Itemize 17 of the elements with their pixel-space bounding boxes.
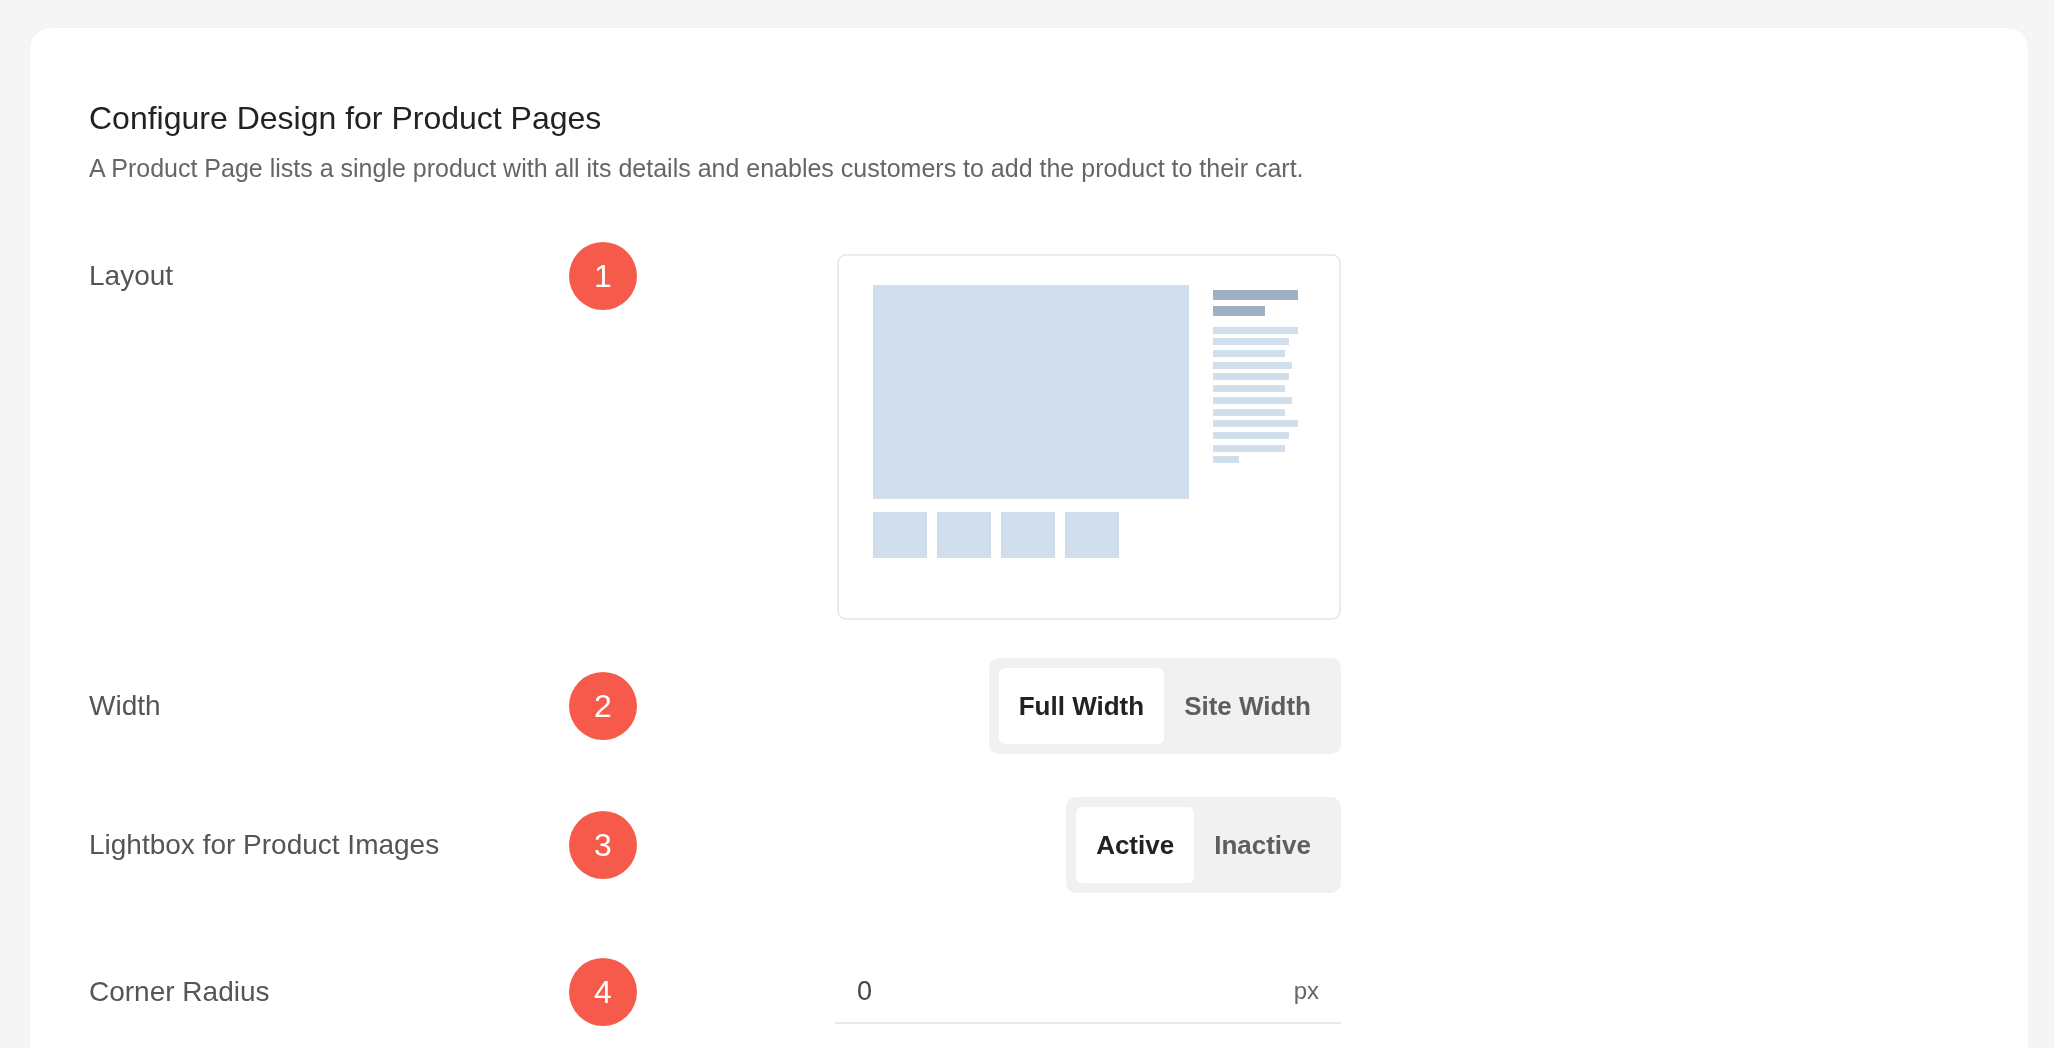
- section-title: Configure Design for Product Pages: [89, 99, 602, 138]
- setting-label: Layout: [89, 259, 175, 293]
- number-input-field[interactable]: 0: [857, 970, 1294, 1012]
- step-badge: 3: [569, 811, 637, 879]
- setting-label: Lightbox for Product Images: [89, 828, 441, 862]
- section-description: A Product Page lists a single product with all its details and enables customers to add the product to their cart.: [89, 153, 1305, 184]
- unit-label: px: [1293, 976, 1319, 1006]
- layout-preview-drawing[interactable]: [837, 254, 1341, 620]
- option-button[interactable]: Site Width: [1164, 668, 1331, 744]
- option-button[interactable]: Full Width: [998, 668, 1165, 744]
- option-button[interactable]: Active: [1076, 807, 1195, 883]
- option-button[interactable]: Inactive: [1194, 807, 1331, 883]
- step-badge: 1: [569, 242, 637, 310]
- step-badge: 4: [569, 958, 637, 1026]
- setting-label: Width: [89, 689, 162, 723]
- step-badge: 2: [569, 672, 637, 740]
- setting-label: Corner Radius: [89, 975, 271, 1009]
